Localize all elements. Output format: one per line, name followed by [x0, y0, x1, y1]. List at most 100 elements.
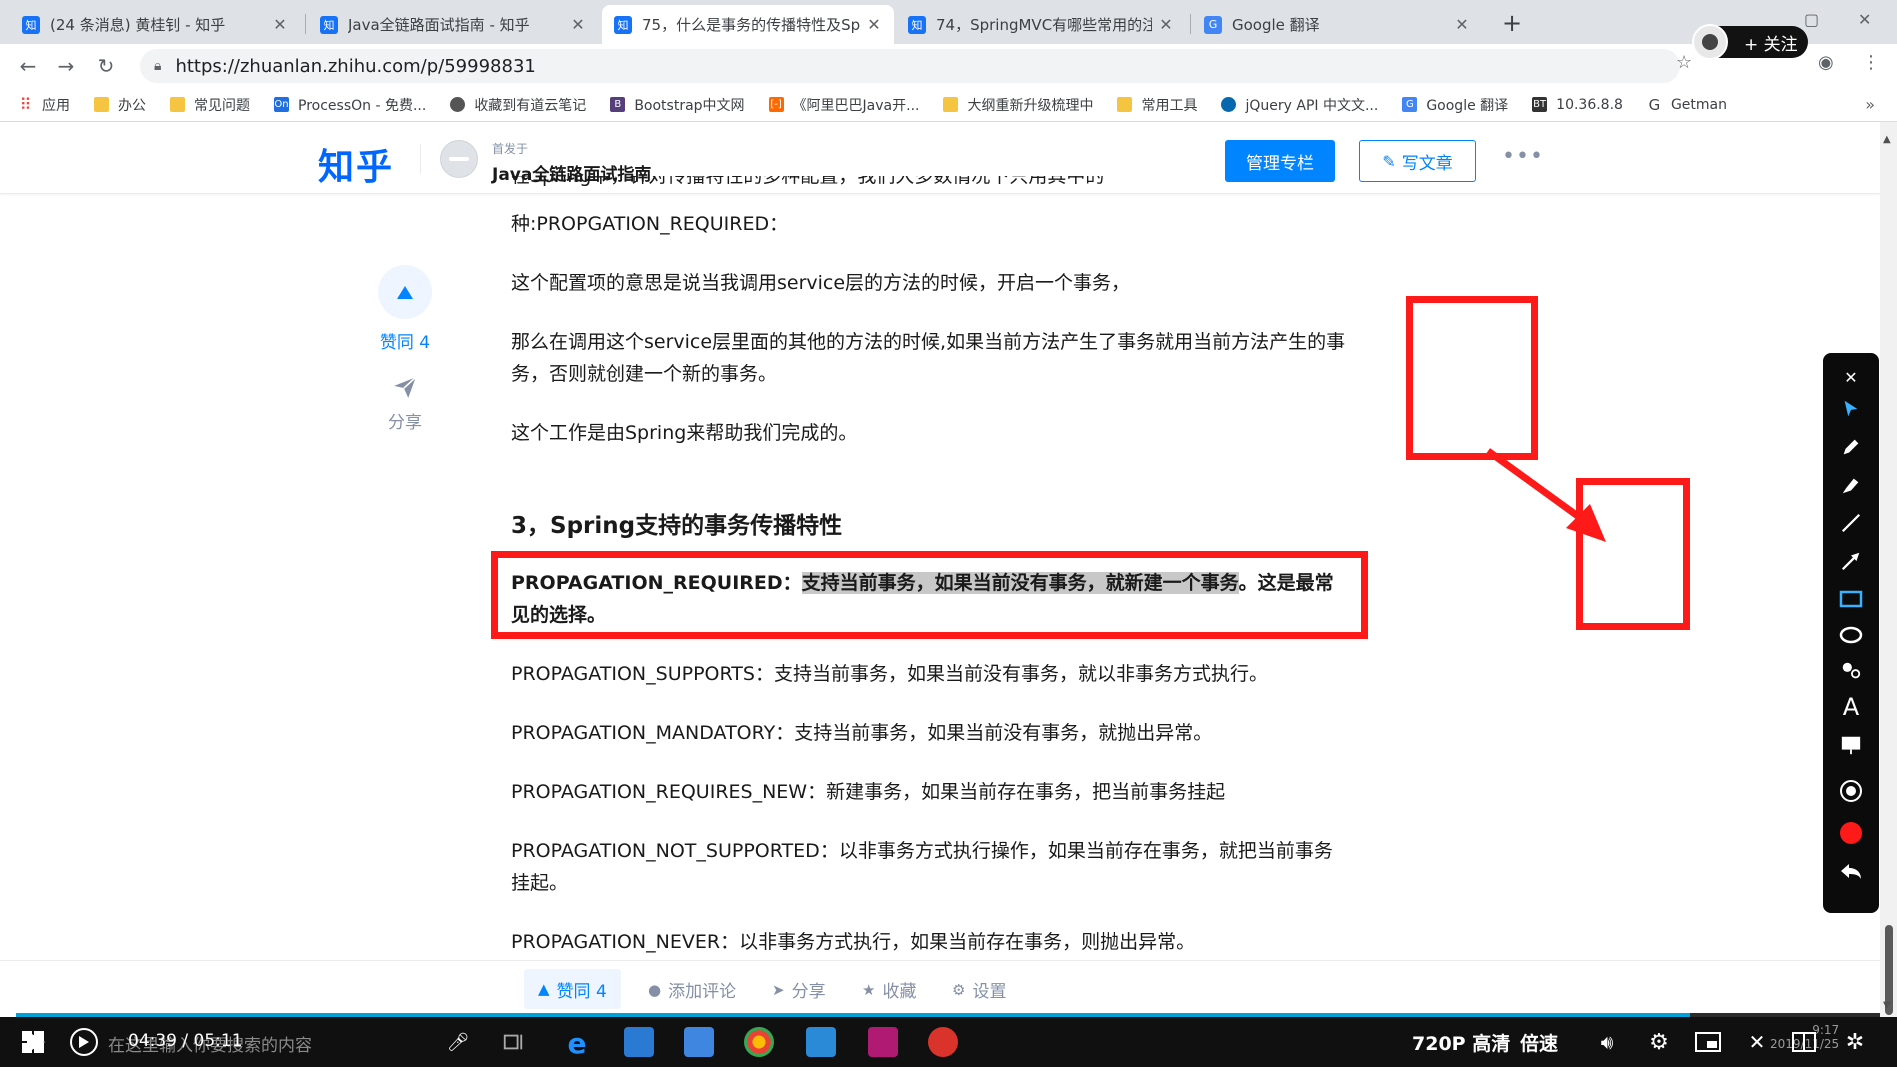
close-icon[interactable]: ✕: [1454, 15, 1470, 34]
action-label: 添加评论: [668, 982, 737, 1002]
rectangle-tool-icon[interactable]: [1837, 585, 1865, 613]
close-window-icon[interactable]: ✕: [1858, 10, 1871, 29]
playback-speed-button[interactable]: 倍速: [1520, 1029, 1558, 1056]
more-options-icon[interactable]: •••: [1502, 144, 1544, 169]
address-bar[interactable]: 🔒︎ https://zhuanlan.zhihu.com/p/59998831: [140, 49, 1680, 83]
bookmark-alibaba-java[interactable]: [-] 《阿里巴巴Java开...: [768, 95, 919, 115]
close-icon[interactable]: ✕: [866, 15, 882, 34]
widescreen-icon[interactable]: ✕: [1744, 1029, 1770, 1055]
volume-icon[interactable]: 🔊︎: [1594, 1029, 1620, 1055]
bookmark-outline[interactable]: 大纲重新升级梳理中: [943, 95, 1093, 115]
share-label[interactable]: 分享: [360, 408, 450, 433]
app-icon[interactable]: [806, 1027, 836, 1057]
back-arrow-icon[interactable]: ←: [14, 52, 42, 80]
pen-icon[interactable]: [1837, 433, 1865, 461]
microphone-icon[interactable]: 🎤︎: [447, 1029, 470, 1055]
pointer-icon[interactable]: [1837, 395, 1865, 423]
annotation-rectangle: [1576, 478, 1690, 630]
scroll-down-arrow-icon[interactable]: ▼: [1883, 1000, 1891, 1011]
browser-tab-5[interactable]: G Google 翻译 ✕: [1192, 5, 1482, 44]
play-icon[interactable]: [22, 1029, 48, 1055]
notes-app-icon[interactable]: [684, 1027, 714, 1057]
zhihu-logo[interactable]: 知乎: [318, 138, 394, 190]
bookmark-office[interactable]: 办公: [94, 95, 146, 115]
gear-icon[interactable]: ⚙: [1646, 1029, 1672, 1055]
close-icon[interactable]: ✕: [1158, 15, 1174, 34]
uploader-avatar[interactable]: [1692, 24, 1728, 60]
forward-arrow-icon[interactable]: →: [52, 52, 80, 80]
close-icon[interactable]: ✕: [1837, 363, 1865, 391]
highlighter-icon[interactable]: [1837, 471, 1865, 499]
write-article-button[interactable]: ✎ 写文章: [1359, 140, 1476, 182]
bookmark-label: 收藏到有道云笔记: [474, 97, 587, 114]
restore-window-icon[interactable]: ▢: [1804, 10, 1819, 29]
article-paragraph: 种:PROPGATION_REQUIRED：: [511, 213, 789, 235]
app-icon[interactable]: [624, 1027, 654, 1057]
chrome-icon[interactable]: [744, 1027, 774, 1057]
bookmarks-bar: ⠿ 应用 办公 常见问题 On ProcessOn - 免费... 收藏到有道云笔记…: [0, 88, 1897, 122]
bookmark-label: 常见问题: [194, 97, 250, 114]
reload-icon[interactable]: ↻: [92, 52, 120, 80]
page-scrollbar[interactable]: [1880, 122, 1897, 1022]
close-icon[interactable]: ✕: [570, 15, 586, 34]
new-tab-button[interactable]: +: [1497, 8, 1527, 38]
bookmark-youdao[interactable]: 收藏到有道云笔记: [450, 95, 586, 115]
action-upvote-button[interactable]: ▲ 赞同 4: [524, 969, 621, 1009]
browser-tab-2[interactable]: 知 Java全链路面试指南 - 知乎 ✕: [308, 5, 598, 44]
upvote-button[interactable]: [378, 265, 432, 319]
next-episode-icon[interactable]: [70, 1028, 98, 1056]
bookmarks-more-icon[interactable]: »: [1865, 95, 1875, 114]
folder-icon: [94, 97, 109, 112]
fullscreen-icon[interactable]: [1790, 1029, 1818, 1055]
add-comment-button[interactable]: ● 添加评论: [648, 977, 737, 1003]
bookmark-processon[interactable]: On ProcessOn - 免费...: [274, 95, 426, 115]
folder-icon: [1117, 97, 1133, 112]
share-plane-icon: ➤: [772, 980, 785, 999]
manage-column-button[interactable]: 管理专栏: [1225, 140, 1335, 182]
text-tool-icon[interactable]: A: [1837, 693, 1865, 721]
arrow-tool-icon[interactable]: [1837, 547, 1865, 575]
line-tool-icon[interactable]: [1837, 509, 1865, 537]
stamp-tool-icon[interactable]: [1837, 657, 1865, 685]
network-icon[interactable]: ✲: [1840, 1029, 1870, 1055]
bookmark-ip[interactable]: BT 10.36.8.8: [1532, 97, 1623, 113]
button-label: 管理专栏: [1246, 153, 1314, 174]
google-translate-icon: G: [1204, 15, 1222, 34]
browser-tab-4[interactable]: 知 74，SpringMVC有哪些常用的注 ✕: [896, 5, 1186, 44]
bookmark-tools[interactable]: 常用工具: [1117, 95, 1197, 115]
bookmark-star-icon[interactable]: ☆: [1676, 52, 1692, 73]
bookmark-jquery[interactable]: jQuery API 中文文...: [1221, 95, 1378, 115]
undo-icon[interactable]: [1837, 857, 1865, 885]
settings-button[interactable]: ⚙ 设置: [952, 977, 1006, 1003]
record-toggle-icon[interactable]: [1837, 777, 1865, 805]
ellipse-tool-icon[interactable]: [1837, 621, 1865, 649]
bookmark-google-translate[interactable]: G Google 翻译: [1402, 95, 1508, 115]
favorite-button[interactable]: ★ 收藏: [862, 977, 916, 1003]
follow-button-label: + 关注: [1744, 34, 1798, 55]
picture-in-picture-icon[interactable]: [1694, 1029, 1722, 1055]
menu-dots-icon[interactable]: ⋮: [1862, 52, 1880, 73]
bookmark-bootstrap[interactable]: B Bootstrap中文网: [610, 95, 745, 115]
red-color-swatch-icon[interactable]: [1837, 819, 1865, 847]
article-paragraph: 这个工作是由Spring来帮助我们完成的。: [511, 422, 858, 444]
bookmark-faq[interactable]: 常见问题: [170, 95, 250, 115]
bookmark-getman[interactable]: G Getman: [1647, 96, 1727, 114]
bookmark-label: Getman: [1670, 96, 1727, 113]
share-plane-icon[interactable]: [392, 374, 418, 400]
intellij-icon[interactable]: [868, 1027, 898, 1057]
app-icon[interactable]: [928, 1027, 958, 1057]
browser-tab-1[interactable]: 知 (24 条消息) 黄桂钊 - 知乎 ✕: [10, 5, 300, 44]
close-icon[interactable]: ✕: [272, 15, 288, 34]
quality-selector[interactable]: 720P 高清: [1412, 1029, 1510, 1056]
bookmark-apps[interactable]: ⠿ 应用: [18, 95, 70, 115]
bookmark-label: 常用工具: [1141, 97, 1198, 114]
task-view-icon[interactable]: [500, 1029, 526, 1055]
share-button[interactable]: ➤ 分享: [772, 977, 826, 1003]
browser-tab-3-active[interactable]: 知 75，什么是事务的传播特性及Sp ✕: [602, 5, 894, 44]
upvote-count[interactable]: 赞同 4: [360, 328, 450, 353]
column-avatar[interactable]: [440, 140, 478, 178]
scroll-up-arrow-icon[interactable]: ▲: [1883, 134, 1891, 145]
whiteboard-icon[interactable]: [1837, 731, 1865, 759]
account-icon[interactable]: ◉: [1818, 52, 1834, 73]
edge-browser-icon[interactable]: e: [562, 1027, 592, 1060]
